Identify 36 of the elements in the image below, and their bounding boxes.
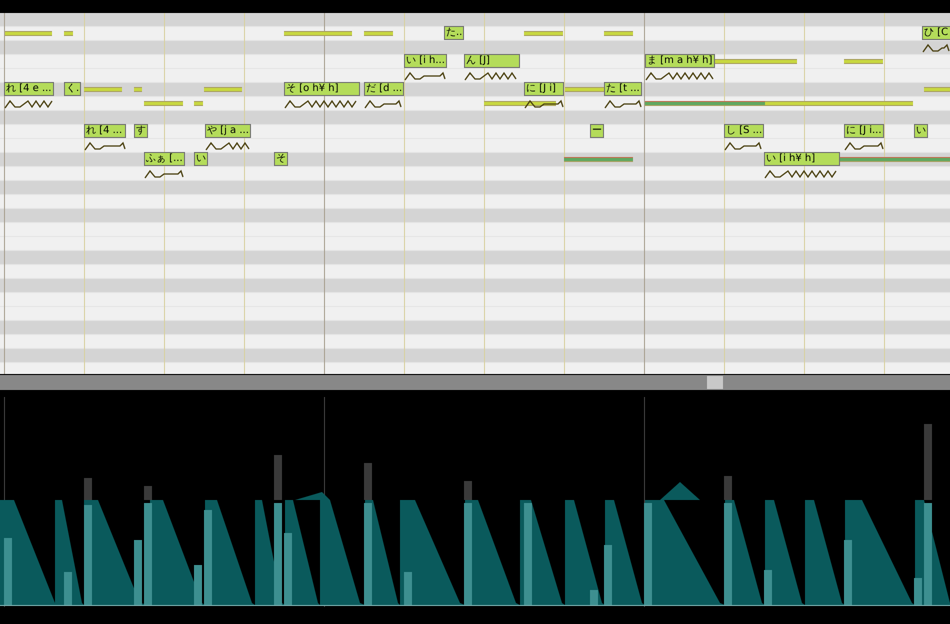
scroll-thumb[interactable]: [707, 376, 723, 389]
pitch-curve-icon: [524, 98, 564, 110]
note[interactable]: ー: [590, 124, 604, 138]
note[interactable]: い [i h...: [404, 54, 447, 68]
note[interactable]: そ: [274, 152, 288, 166]
note[interactable]: れ [4 ...: [84, 124, 126, 138]
note[interactable]: ん [J]: [464, 54, 520, 68]
pitch-curve-icon: [922, 42, 950, 54]
note[interactable]: ふぁ [...: [144, 152, 185, 166]
note[interactable]: れ [4 e ...: [4, 82, 54, 96]
pitch-curve-icon: [84, 140, 126, 152]
note[interactable]: に [J i...: [844, 124, 884, 138]
note[interactable]: い: [914, 124, 928, 138]
note[interactable]: だ [d ...: [364, 82, 404, 96]
pitch-curve-icon: [844, 140, 884, 152]
note[interactable]: に [J i]: [524, 82, 564, 96]
pitch-curve-icon: [205, 140, 250, 152]
note[interactable]: し [S ...: [724, 124, 764, 138]
pitch-curve-icon: [364, 98, 402, 110]
pitch-curve-icon: [4, 98, 54, 110]
note[interactable]: す: [134, 124, 148, 138]
pitch-curve-icon: [724, 140, 762, 152]
note[interactable]: そ [o h¥ h]: [284, 82, 360, 96]
note[interactable]: た..: [444, 26, 464, 40]
note[interactable]: や [j a ...: [205, 124, 251, 138]
note[interactable]: た [t ...: [604, 82, 642, 96]
horizontal-scrollbar[interactable]: [0, 375, 950, 390]
pitch-curve-icon: [404, 70, 446, 82]
note[interactable]: い: [194, 152, 208, 166]
note[interactable]: い [i h¥ h]: [764, 152, 840, 166]
pitch-curve-icon: [144, 168, 184, 180]
note[interactable]: ひ [C: [922, 26, 950, 40]
note[interactable]: く.: [64, 82, 82, 96]
note[interactable]: ま [m a h¥ h]: [645, 54, 715, 68]
pitch-curve-icon: [645, 70, 715, 82]
pitch-curve-icon: [604, 98, 642, 110]
